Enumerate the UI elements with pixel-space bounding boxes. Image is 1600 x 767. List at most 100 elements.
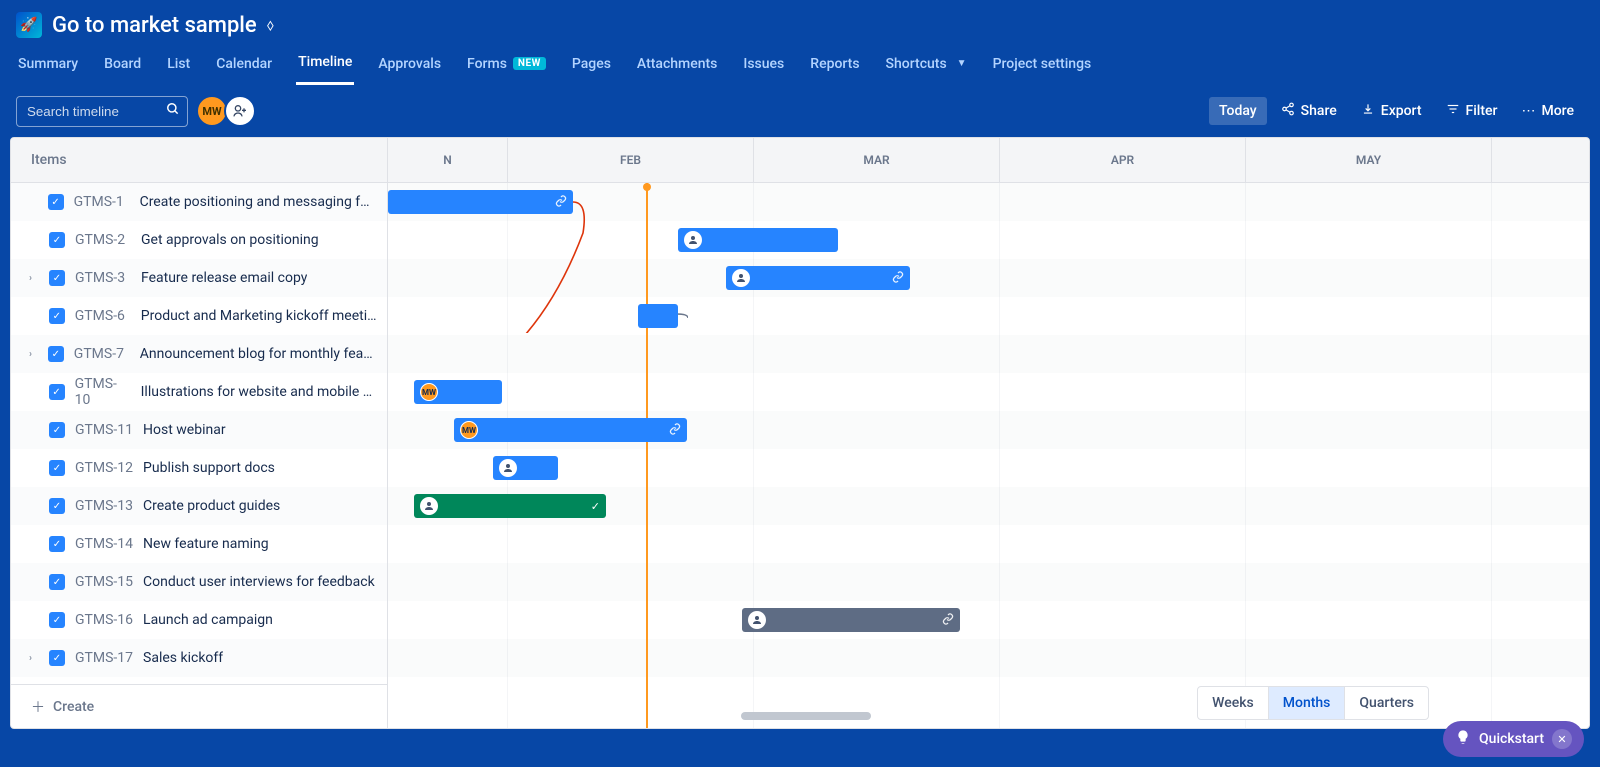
- timeline-bar[interactable]: [493, 456, 558, 480]
- more-button[interactable]: ⋯More: [1511, 97, 1584, 125]
- issue-summary: Get approvals on positioning: [141, 232, 319, 248]
- plus-icon: ＋: [31, 697, 45, 717]
- create-button[interactable]: ＋ Create: [11, 684, 387, 728]
- issue-row[interactable]: › ✓ GTMS-7 Announcement blog for monthly…: [11, 335, 387, 373]
- issue-row[interactable]: ✓ GTMS-13 Create product guides: [11, 487, 387, 525]
- issue-type-icon: ✓: [49, 232, 65, 248]
- more-icon: ⋯: [1521, 103, 1535, 119]
- issue-summary: Feature release email copy: [141, 270, 307, 286]
- issue-type-icon: ✓: [49, 612, 65, 628]
- expand-icon[interactable]: ›: [29, 653, 39, 664]
- assignee-icon: [684, 231, 702, 249]
- tab-approvals[interactable]: Approvals: [376, 50, 443, 84]
- new-badge: NEW: [513, 57, 546, 70]
- search-input[interactable]: [16, 96, 188, 127]
- timeline-bar[interactable]: [678, 228, 838, 252]
- issue-key: GTMS-12: [75, 460, 133, 476]
- issue-key: GTMS-6: [75, 308, 131, 324]
- tab-shortcuts[interactable]: Shortcuts▼: [884, 50, 969, 84]
- month-header: FEB: [508, 138, 754, 182]
- assignee-icon: [748, 611, 766, 629]
- project-title: Go to market sample: [52, 13, 257, 38]
- issue-row[interactable]: ✓ GTMS-14 New feature naming: [11, 525, 387, 563]
- search-icon: [166, 102, 180, 120]
- project-tabs: Summary Board List Calendar Timeline App…: [16, 48, 1584, 85]
- issue-row[interactable]: ✓ GTMS-6 Product and Marketing kickoff m…: [11, 297, 387, 335]
- today-button[interactable]: Today: [1209, 97, 1267, 125]
- tab-reports[interactable]: Reports: [808, 50, 861, 84]
- tab-issues[interactable]: Issues: [741, 50, 786, 84]
- issue-type-icon: ✓: [49, 384, 65, 400]
- tab-project-settings[interactable]: Project settings: [991, 50, 1094, 84]
- month-header: N: [388, 138, 508, 182]
- issue-summary: Launch ad campaign: [143, 612, 273, 628]
- tab-summary[interactable]: Summary: [16, 50, 80, 84]
- zoom-control: Weeks Months Quarters: [1197, 686, 1429, 720]
- issue-row[interactable]: › ✓ GTMS-3 Feature release email copy: [11, 259, 387, 297]
- share-button[interactable]: Share: [1271, 96, 1347, 126]
- issue-row[interactable]: ✓ GTMS-15 Conduct user interviews for fe…: [11, 563, 387, 601]
- issue-summary: Sales kickoff: [143, 650, 223, 666]
- issue-key: GTMS-11: [75, 422, 133, 438]
- export-icon: [1361, 102, 1375, 120]
- quickstart-button[interactable]: Quickstart ✕: [1443, 721, 1584, 757]
- filter-icon: [1446, 102, 1460, 120]
- issue-type-icon: ✓: [49, 536, 65, 552]
- month-header: MAR: [754, 138, 1000, 182]
- issue-row[interactable]: ✓ GTMS-10 Illustrations for website and …: [11, 373, 387, 411]
- issue-summary: Host webinar: [143, 422, 226, 438]
- issue-type-icon: ✓: [48, 346, 64, 362]
- filter-button[interactable]: Filter: [1436, 96, 1508, 126]
- timeline-bar[interactable]: MW: [414, 380, 502, 404]
- share-icon: [1281, 102, 1295, 120]
- issue-key: GTMS-15: [75, 574, 133, 590]
- issue-key: GTMS-2: [75, 232, 131, 248]
- tab-calendar[interactable]: Calendar: [214, 50, 274, 84]
- check-icon: ✓: [591, 500, 600, 513]
- project-icon: 🚀: [16, 12, 42, 38]
- issue-key: GTMS-14: [75, 536, 133, 552]
- timeline-bar[interactable]: MW: [454, 418, 687, 442]
- tab-forms[interactable]: FormsNEW: [465, 50, 548, 84]
- issue-type-icon: ✓: [49, 422, 65, 438]
- tab-timeline[interactable]: Timeline: [296, 48, 354, 85]
- issue-row[interactable]: ✓ GTMS-12 Publish support docs: [11, 449, 387, 487]
- zoom-months[interactable]: Months: [1268, 687, 1345, 719]
- issue-row[interactable]: ✓ GTMS-11 Host webinar: [11, 411, 387, 449]
- expand-icon[interactable]: ›: [29, 273, 39, 284]
- expand-icon[interactable]: ›: [29, 349, 38, 360]
- issue-row[interactable]: ✓ GTMS-2 Get approvals on positioning: [11, 221, 387, 259]
- assignee-icon: [499, 459, 517, 477]
- tab-attachments[interactable]: Attachments: [635, 50, 719, 84]
- close-icon[interactable]: ✕: [1552, 729, 1572, 749]
- zoom-quarters[interactable]: Quarters: [1344, 687, 1428, 719]
- add-people-button[interactable]: [224, 95, 256, 127]
- issue-key: GTMS-13: [75, 498, 133, 514]
- issue-key: GTMS-10: [75, 376, 131, 408]
- tab-list[interactable]: List: [165, 50, 192, 84]
- zoom-weeks[interactable]: Weeks: [1198, 687, 1268, 719]
- link-icon: [555, 195, 567, 210]
- edit-icon[interactable]: ⬨: [267, 15, 274, 35]
- issue-row[interactable]: › ✓ GTMS-17 Sales kickoff: [11, 639, 387, 677]
- items-header: Items: [11, 138, 387, 183]
- issue-type-icon: ✓: [49, 308, 65, 324]
- issue-key: GTMS-17: [75, 650, 133, 666]
- issue-row[interactable]: ✓ GTMS-16 Launch ad campaign: [11, 601, 387, 639]
- assignee-icon: [420, 497, 438, 515]
- timeline-bar[interactable]: [638, 304, 678, 328]
- issue-row[interactable]: ✓ GTMS-1 Create positioning and messagin…: [11, 183, 387, 221]
- issue-type-icon: ✓: [48, 194, 64, 210]
- tab-board[interactable]: Board: [102, 50, 143, 84]
- issue-type-icon: ✓: [49, 498, 65, 514]
- issue-type-icon: ✓: [49, 574, 65, 590]
- timeline-bar[interactable]: ✓: [414, 494, 606, 518]
- timeline-bar[interactable]: [388, 190, 573, 214]
- issue-summary: Product and Marketing kickoff meeting: [141, 308, 377, 324]
- timeline-bar[interactable]: [742, 608, 960, 632]
- issue-summary: Conduct user interviews for feedback: [143, 574, 375, 590]
- export-button[interactable]: Export: [1351, 96, 1432, 126]
- horizontal-scrollbar[interactable]: [741, 712, 871, 720]
- timeline-bar[interactable]: [726, 266, 910, 290]
- tab-pages[interactable]: Pages: [570, 50, 613, 84]
